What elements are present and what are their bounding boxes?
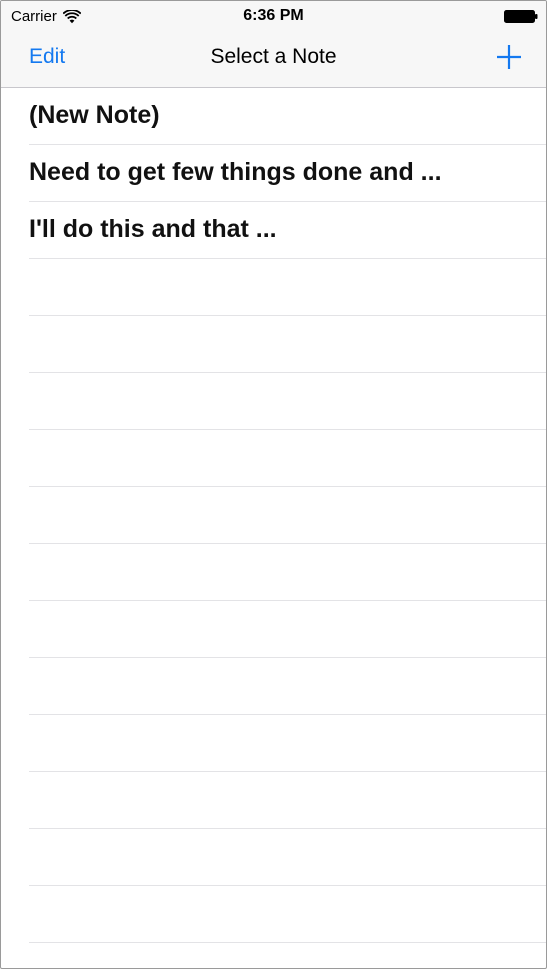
status-bar: Carrier 6:36 PM bbox=[1, 1, 546, 31]
note-title: (New Note) bbox=[29, 101, 160, 129]
plus-icon[interactable] bbox=[496, 44, 522, 70]
list-item[interactable]: I'll do this and that ... bbox=[29, 202, 546, 259]
empty-row bbox=[29, 373, 546, 430]
empty-row bbox=[29, 658, 546, 715]
empty-row bbox=[29, 259, 546, 316]
empty-row bbox=[29, 316, 546, 373]
empty-row bbox=[29, 487, 546, 544]
empty-row bbox=[29, 772, 546, 829]
navigation-bar: Edit Select a Note bbox=[1, 31, 546, 88]
page-title: Select a Note bbox=[210, 45, 337, 68]
empty-row bbox=[29, 829, 546, 886]
note-title: I'll do this and that ... bbox=[29, 215, 277, 243]
empty-row bbox=[29, 715, 546, 772]
note-title: Need to get few things done and ... bbox=[29, 158, 442, 186]
empty-row bbox=[29, 430, 546, 487]
empty-row bbox=[29, 943, 546, 968]
battery-icon bbox=[504, 10, 538, 23]
empty-row bbox=[29, 544, 546, 601]
empty-row bbox=[29, 886, 546, 943]
list-item[interactable]: Need to get few things done and ... bbox=[29, 145, 546, 202]
device-screen: Carrier 6:36 PM Edit Select a Note (New … bbox=[0, 0, 547, 969]
empty-row bbox=[29, 601, 546, 658]
status-time: 6:36 PM bbox=[243, 7, 304, 24]
notes-table: (New Note) Need to get few things done a… bbox=[1, 88, 546, 968]
list-item[interactable]: (New Note) bbox=[29, 88, 546, 145]
